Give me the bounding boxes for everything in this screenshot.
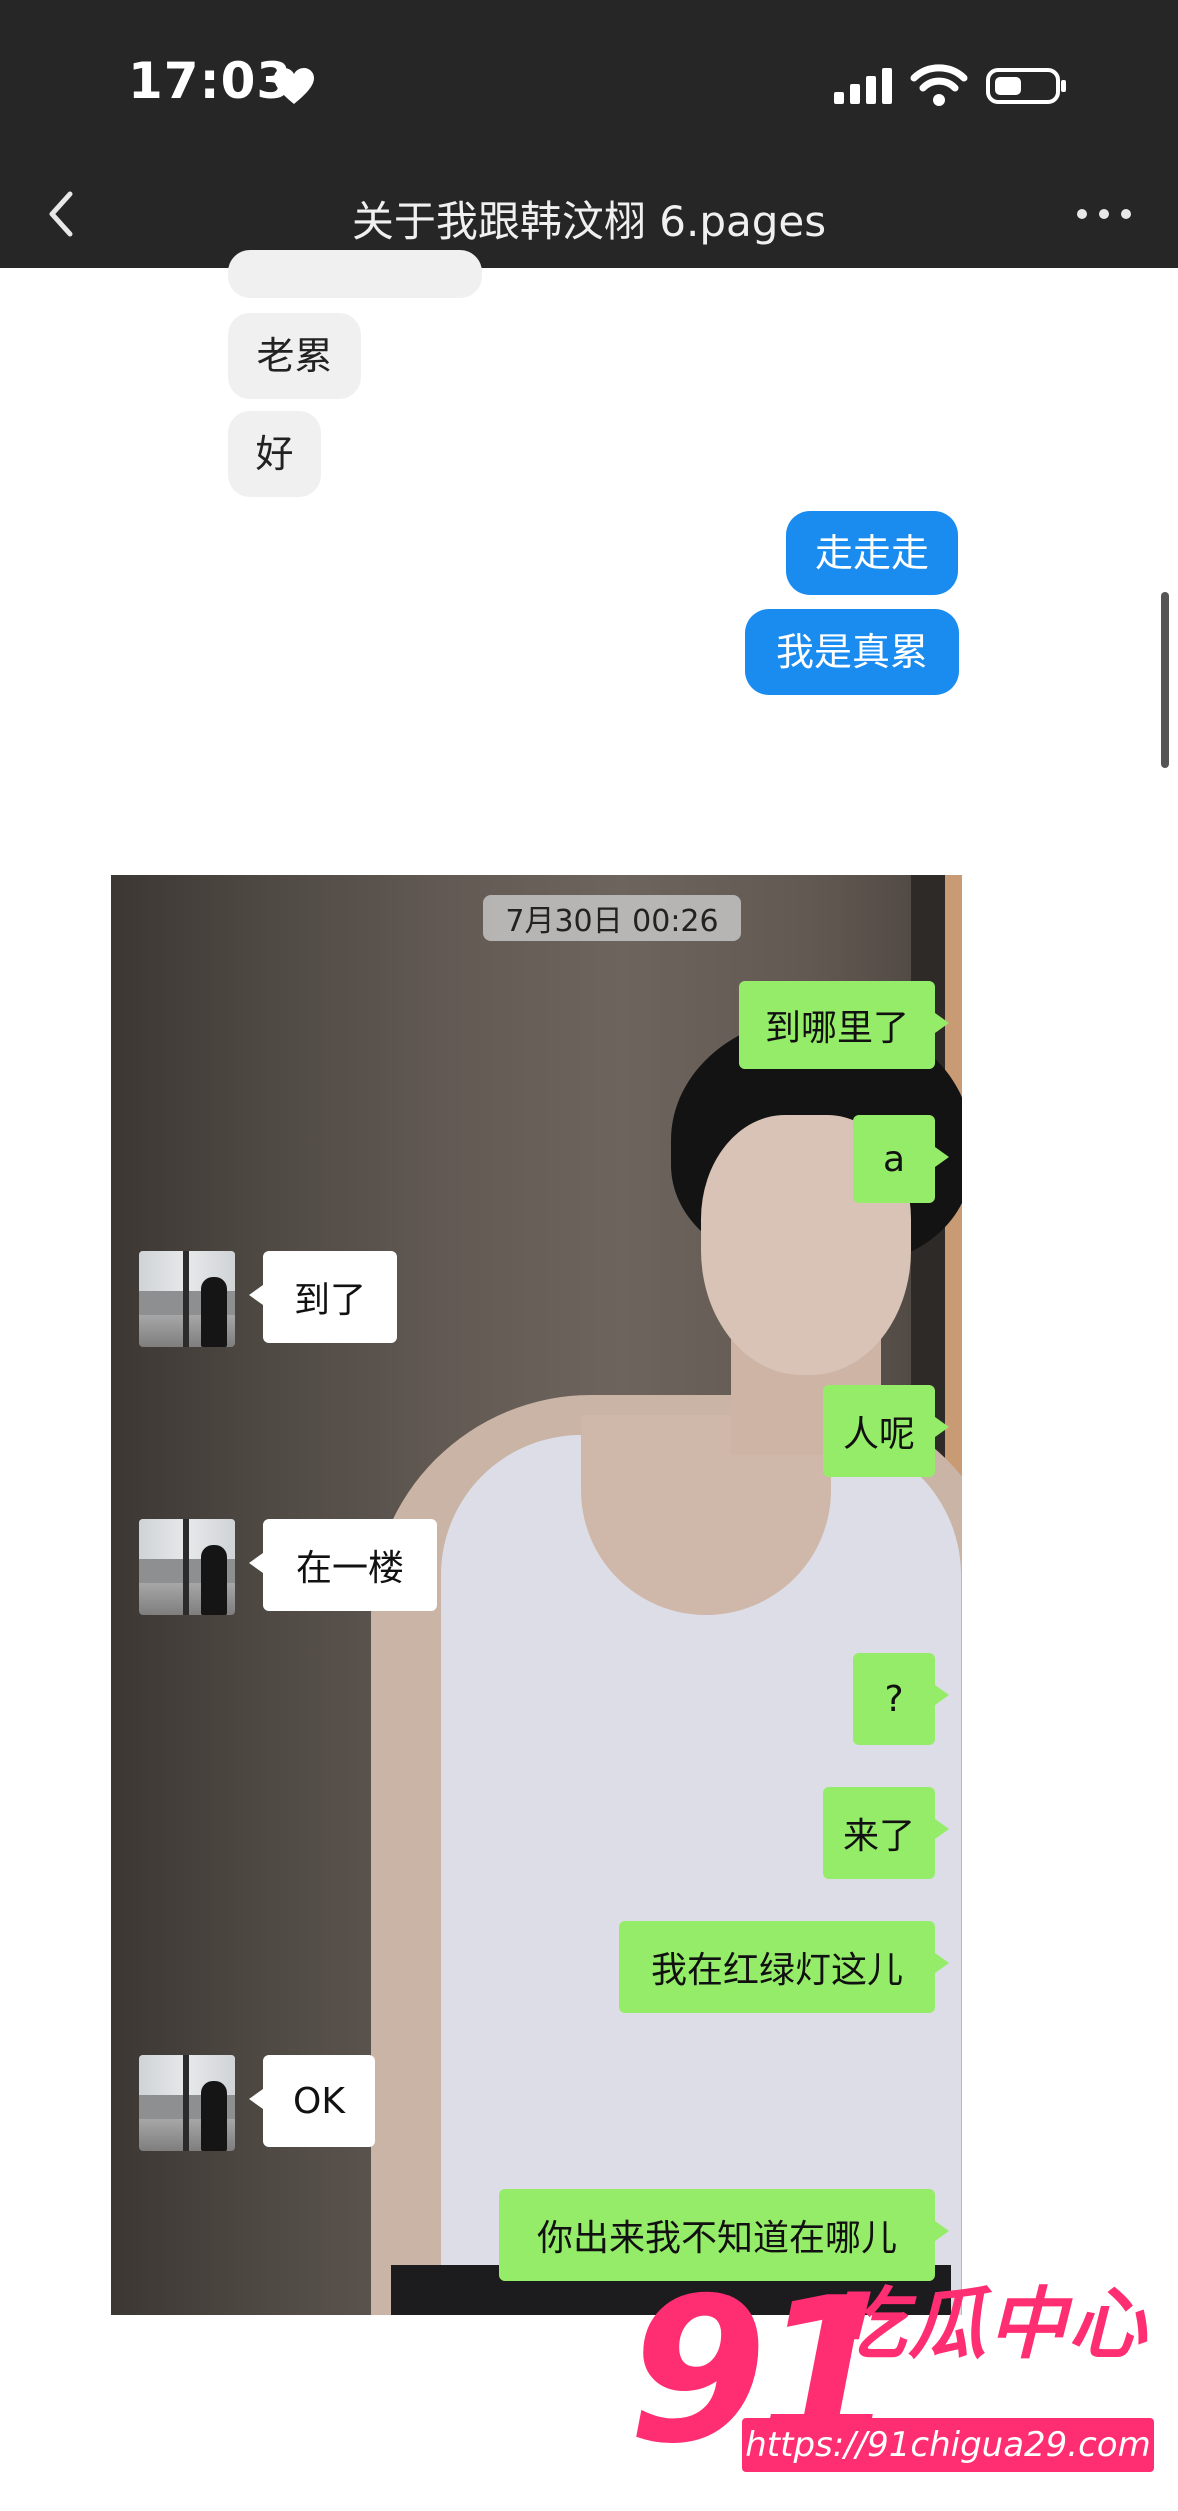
sent-chat-bubble: 人呢 xyxy=(823,1385,949,1477)
battery-icon xyxy=(986,68,1066,104)
received-chat-bubble: 到了 xyxy=(249,1251,397,1343)
contact-avatar xyxy=(139,1251,235,1347)
scrollbar[interactable] xyxy=(1161,592,1169,768)
received-chat-bubble: OK xyxy=(249,2055,375,2147)
contact-avatar xyxy=(139,1519,235,1615)
sent-chat-bubble: 我在红绿灯这儿 xyxy=(619,1921,949,2013)
more-icon[interactable] xyxy=(1074,204,1134,224)
wifi-icon xyxy=(910,64,968,106)
sent-chat-bubble: ? xyxy=(853,1653,949,1745)
message-text: 走走走 xyxy=(814,531,929,575)
sent-message: 我是真累 xyxy=(745,609,959,695)
message-text: 老累 xyxy=(256,334,333,378)
received-message: 好 xyxy=(228,411,321,497)
received-message: 老累 xyxy=(228,313,361,399)
chat-timestamp: 7月30日 00:26 xyxy=(483,895,741,941)
watermark-name: 吃瓜中心 xyxy=(828,2280,1149,2370)
heart-icon xyxy=(274,68,314,104)
sent-message: 走走走 xyxy=(786,511,958,595)
cut-off-message xyxy=(228,250,482,298)
signal-icon xyxy=(834,68,892,104)
watermark-url: https://91chigua29.com xyxy=(742,2418,1154,2472)
contact-avatar xyxy=(139,2055,235,2151)
nav-bar: 关于我跟韩汶栩 6.pages xyxy=(0,160,1178,268)
status-bar: 17:03 xyxy=(0,0,1178,160)
embedded-chat-screenshot: 7月30日 00:26 到哪里了 a 到了 人呢 在一楼 ? 来了 我在红绿灯这… xyxy=(111,875,962,2315)
status-time: 17:03 xyxy=(128,52,293,110)
sent-chat-bubble: 来了 xyxy=(823,1787,949,1879)
received-chat-bubble: 在一楼 xyxy=(249,1519,437,1611)
message-text: 我是真累 xyxy=(775,630,928,674)
sent-chat-bubble: a xyxy=(853,1115,949,1203)
sent-chat-bubble: 到哪里了 xyxy=(739,981,949,1069)
back-icon[interactable] xyxy=(40,184,80,244)
page-title: 关于我跟韩汶栩 6.pages xyxy=(351,197,827,246)
message-text: 好 xyxy=(255,432,294,476)
